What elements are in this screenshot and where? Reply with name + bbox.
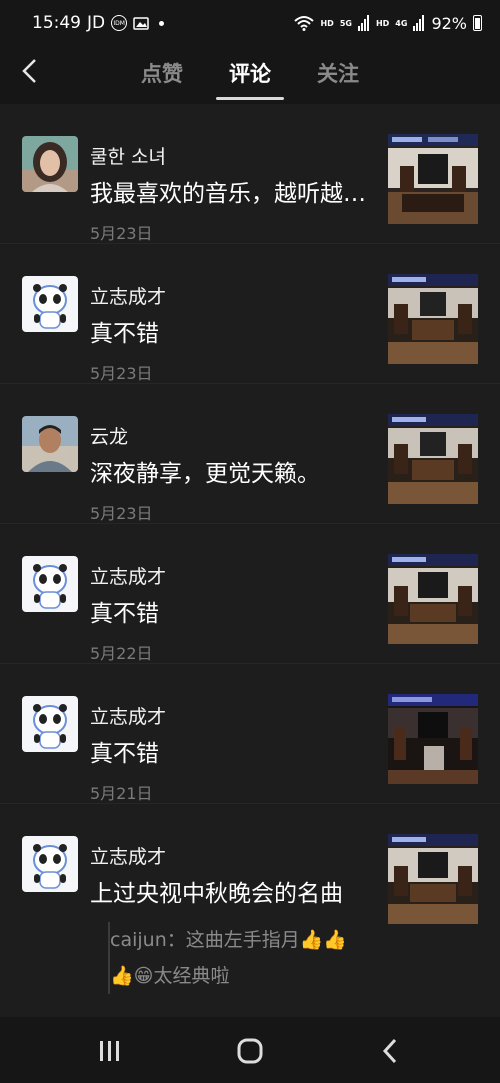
comment-item[interactable]: 云龙 深夜静享，更觉天籁。 5月23日 [0,384,500,524]
comment-text: 我最喜欢的音乐，越听越… [90,181,366,207]
comment-text: 真不错 [90,601,159,627]
status-carrier: JD [87,13,106,33]
network-4g-label: 4G [395,18,408,28]
signal-icon-1 [357,15,369,31]
reply-line-1: caijun：这曲左手指月👍👍 [110,922,388,958]
post-thumbnail[interactable] [388,554,478,644]
hifi-room-thumbnail-image [388,554,478,644]
avatar[interactable] [22,136,78,192]
avatar[interactable] [22,836,78,892]
panda-mascot-avatar-image [22,836,78,892]
avatar[interactable] [22,276,78,332]
reply-text-1: caijun：这曲左手指月 [110,929,300,951]
tab-comments[interactable]: 评论 [216,46,284,104]
notification-dot [159,20,165,26]
hd-label-1: HD [320,18,334,28]
thumbs-up-grin-emoji: 👍😁 [110,965,154,987]
tab-bar: 点赞 评论 关注 [0,46,500,104]
post-thumbnail[interactable] [388,274,478,364]
commenter-name: 立志成才 [90,846,167,868]
man-avatar-image [22,416,78,472]
home-button[interactable] [230,1031,270,1071]
post-thumbnail[interactable] [388,834,478,924]
battery-icon [473,15,482,31]
comment-date: 5月22日 [90,644,153,663]
status-time: 15:49 [32,13,81,33]
comment-item[interactable]: 立志成才 上过央视中秋晚会的名曲 caijun：这曲左手指月👍👍 👍😁太经典啦 [0,804,500,1004]
comment-date: 5月23日 [90,504,153,523]
recent-apps-button[interactable] [90,1031,130,1071]
avatar[interactable] [22,696,78,752]
header: 点赞 评论 关注 [0,46,500,104]
commenter-name: 立志成才 [90,286,167,308]
post-thumbnail[interactable] [388,134,478,224]
commenter-name: 云龙 [90,426,129,448]
comment-date: 5月23日 [90,224,153,243]
system-nav-bar [0,1017,500,1083]
recent-apps-icon [100,1041,119,1061]
post-thumbnail[interactable] [388,694,478,784]
hd-label-2: HD [375,18,390,28]
signal-icon-2 [413,15,425,31]
panda-mascot-avatar-image [22,696,78,752]
system-back-button[interactable] [370,1031,410,1071]
girl-avatar-image [22,136,78,192]
commenter-name: 立志成才 [90,566,167,588]
avatar[interactable] [22,556,78,612]
comment-item[interactable]: 立志成才 真不错 5月23日 [0,244,500,384]
panda-mascot-avatar-image [22,276,78,332]
battery-percent: 92% [431,13,467,33]
thumbs-up-emoji: 👍👍 [299,929,348,951]
wifi-icon [294,16,315,31]
commenter-name: 立志成才 [90,706,167,728]
home-icon [237,1038,263,1064]
comment-text: 真不错 [90,741,159,767]
comment-item[interactable]: 立志成才 真不错 5月21日 [0,664,500,804]
comment-text: 真不错 [90,321,159,347]
comment-text: 上过央视中秋晚会的名曲 [90,881,343,907]
comment-item[interactable]: 쿨한 소녀 我最喜欢的音乐，越听越… 5月23日 [0,104,500,244]
quoted-reply[interactable]: caijun：这曲左手指月👍👍 👍😁太经典啦 [108,922,388,994]
back-chevron-icon [382,1038,397,1064]
reply-line-2: 👍😁太经典啦 [110,958,388,994]
panda-mascot-avatar-image [22,556,78,612]
photo-notification-icon [133,17,149,30]
tab-follows[interactable]: 关注 [313,46,363,104]
hifi-room-thumbnail-image [388,274,478,364]
hifi-room-thumbnail-image [388,134,478,224]
comment-text: 深夜静享，更觉天籁。 [90,461,320,487]
hifi-room-thumbnail-image [388,834,478,924]
commenter-name: 쿨한 소녀 [90,146,166,168]
comment-date: 5月21日 [90,784,153,803]
comment-list[interactable]: 쿨한 소녀 我最喜欢的音乐，越听越… 5月23日 立志成才 真不错 5月23日 … [0,104,500,1017]
comment-item[interactable]: 立志成才 真不错 5月22日 [0,524,500,664]
hifi-room-dark-thumbnail-image [388,694,478,784]
avatar[interactable] [22,416,78,472]
network-5g-label: 5G [339,18,352,28]
comment-date: 5月23日 [90,364,153,383]
idm-icon: IDM [111,15,128,31]
status-bar: 15:49 JD IDM HD 5G HD 4G 92% [0,0,500,46]
tab-likes[interactable]: 点赞 [137,46,187,104]
hifi-room-thumbnail-image [388,414,478,504]
post-thumbnail[interactable] [388,414,478,504]
reply-text-2: 太经典啦 [153,965,230,987]
